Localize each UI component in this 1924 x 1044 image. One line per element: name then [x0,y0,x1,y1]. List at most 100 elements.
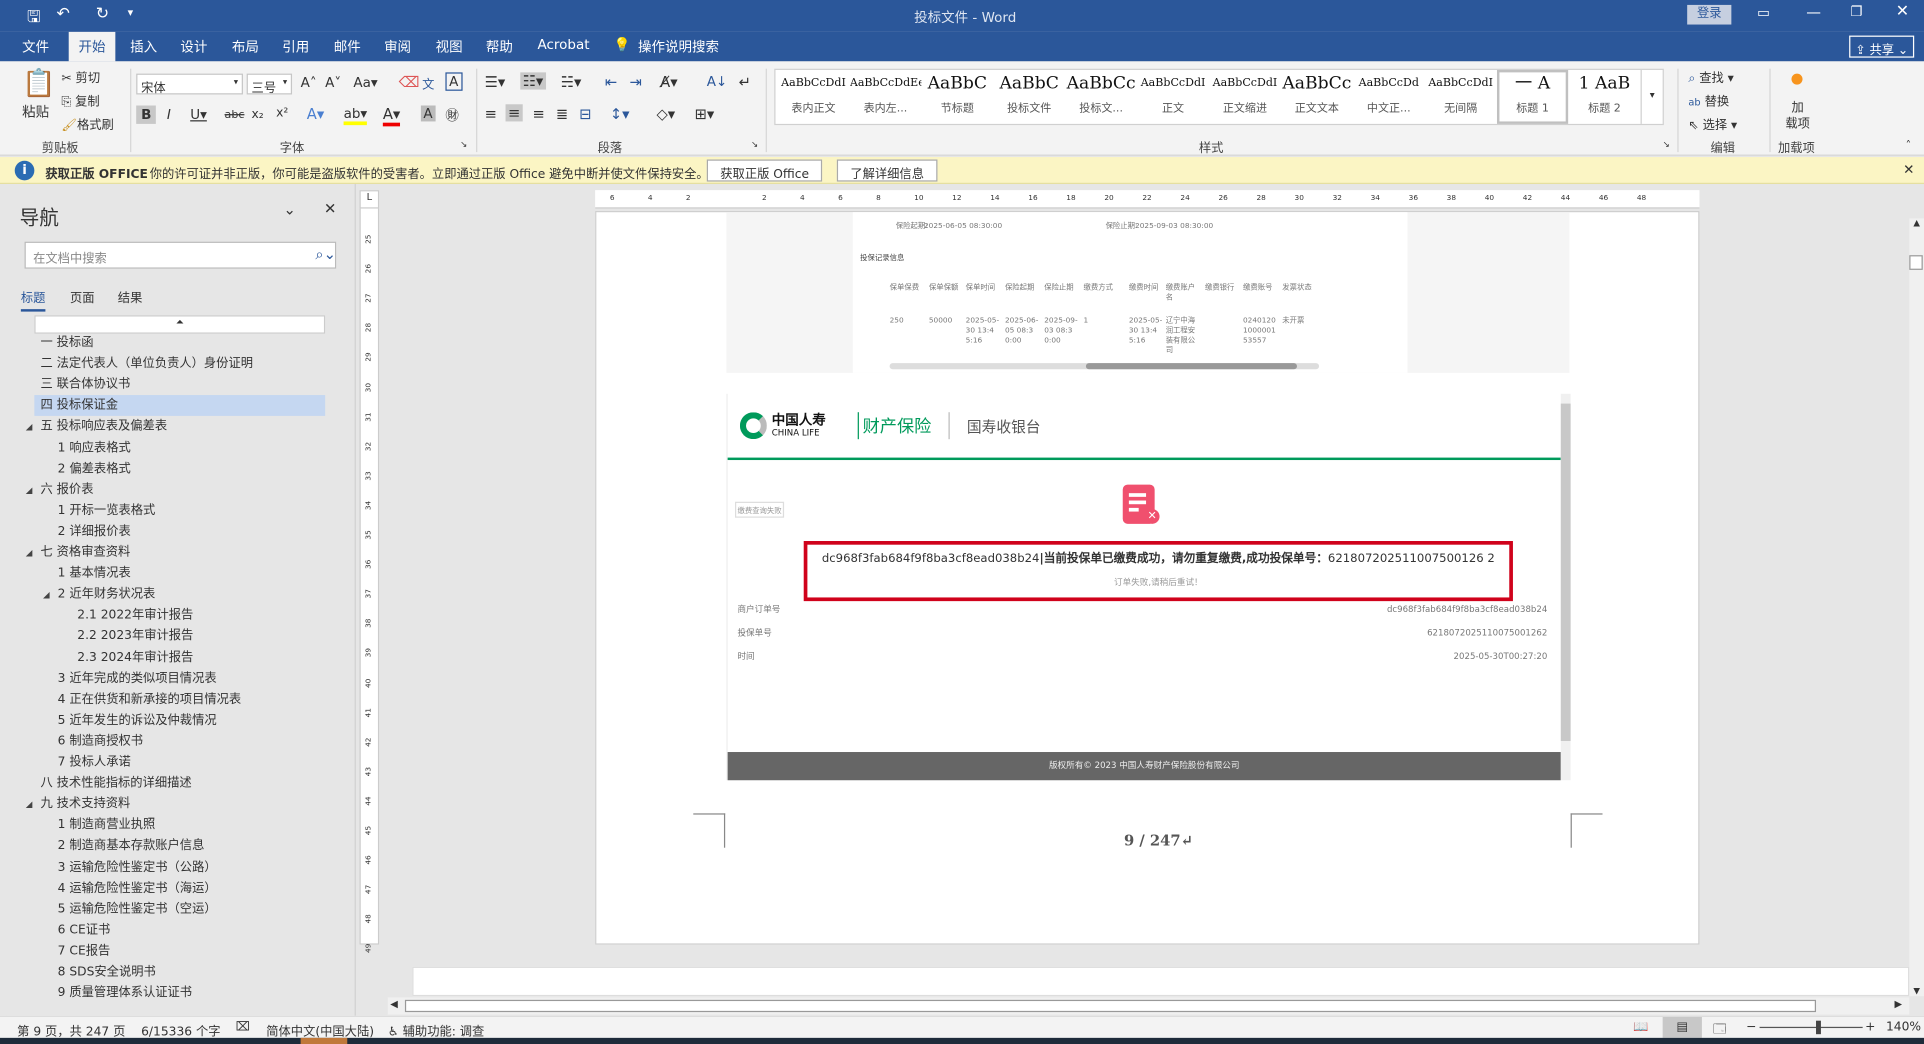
tab-mailings[interactable]: 邮件 [334,37,361,57]
tab-selector[interactable]: L [359,190,380,209]
superscript-button[interactable]: x² [276,107,288,120]
find-button[interactable]: ⌕ 查找 ▾ [1688,67,1733,85]
nav-heading-item[interactable]: 6 CE证书 [58,920,111,941]
nav-heading-item[interactable]: 1 响应表格式 [58,437,131,458]
clear-format-icon[interactable]: ⌫ [399,74,420,91]
horizontal-scrollbar[interactable] [889,363,1320,370]
style-5[interactable]: AaBbCcDdI 正文 [1137,72,1208,115]
bold-button[interactable]: B [136,105,157,124]
nav-heading-item[interactable]: 二 法定代表人（单位负责人）身份证明 [40,353,253,374]
phonetic-guide-icon[interactable]: 文 [422,74,434,92]
nav-tab-pages[interactable]: 页面 [70,287,95,305]
nav-heading-item[interactable]: 三 联合体协议书 [40,374,130,395]
inner-scrollbar[interactable] [1560,393,1571,781]
zoom-level[interactable]: 140% [1886,1021,1921,1034]
tab-insert[interactable]: 插入 [130,37,157,57]
select-button[interactable]: ⇖ 选择 ▾ [1688,114,1737,132]
justify-icon[interactable]: ≣ [556,106,568,123]
nav-heading-item[interactable]: 6 制造商授权书 [58,731,143,752]
cut-button[interactable]: ✂ 剪切 [61,67,100,85]
nav-heading-item[interactable]: 1 基本情况表 [58,563,131,584]
borders-icon[interactable]: ⊞▾ [695,106,715,123]
nav-tab-results[interactable]: 结果 [118,287,143,305]
tab-review[interactable]: 审阅 [384,37,411,57]
nav-heading-item[interactable]: 五 投标响应表及偏差表 [40,416,167,437]
collapse-triangle-icon[interactable]: ◢ [26,548,33,558]
learn-more-button[interactable]: 了解详细信息 [836,159,938,182]
horizontal-scrollbar[interactable]: ◀ ▶ [387,997,1910,1015]
nav-heading-item[interactable]: 9 质量管理体系认证证书 [58,983,192,1004]
asian-layout-icon[interactable]: A̸▾ [660,74,677,91]
show-marks-icon[interactable]: ↵ [739,74,751,91]
collapse-triangle-icon[interactable]: ◢ [26,422,33,432]
restore-button[interactable]: ❐ [1850,4,1862,20]
styles-more-button[interactable]: ▾ [1640,69,1663,124]
style-6[interactable]: AaBbCcDdI 正文缩进 [1209,72,1280,115]
collapse-triangle-icon[interactable]: ◢ [26,485,33,495]
shrink-font-icon[interactable]: A˅ [325,75,341,91]
font-dialog-launcher[interactable]: ↘ [460,140,467,150]
nav-tab-headings[interactable]: 标题 [20,287,46,312]
zoom-slider[interactable] [1759,1020,1863,1035]
paste-icon[interactable]: 📋 [22,69,56,100]
page-count[interactable]: 第 9 页，共 247 页 [17,1021,125,1039]
style-3[interactable]: AaBbC 投标文件 [994,72,1065,116]
styles-dialog-launcher[interactable]: ↘ [1663,140,1670,150]
tell-me-search[interactable]: 操作说明搜索 [638,37,719,57]
nav-heading-item[interactable]: 九 技术支持资料 [40,794,130,815]
change-case-icon[interactable]: Aa▾ [353,75,377,91]
nav-heading-item[interactable]: 2.3 2024年审计报告 [77,647,193,668]
nav-heading-item[interactable]: 1 制造商营业执照 [58,815,156,836]
undo-icon[interactable]: ↶ [56,5,69,23]
line-spacing-icon[interactable]: ↕▾ [610,106,630,123]
nav-heading-item[interactable]: 3 近年完成的类似项目情况表 [58,668,217,689]
increase-indent-icon[interactable]: ⇥ [629,74,641,91]
read-mode-icon[interactable]: 📖 [1633,1021,1648,1034]
style-2[interactable]: AaBbC 节标题 [922,72,993,116]
tab-help[interactable]: 帮助 [486,37,513,57]
tab-acrobat[interactable]: Acrobat [537,37,589,53]
tab-home[interactable]: 开始 [68,31,116,62]
style-0[interactable]: AaBbCcDdI 表内正文 [778,72,849,115]
redo-icon[interactable]: ↻ [96,5,109,23]
nav-heading-item[interactable]: 2 制造商基本存款账户信息 [58,836,205,857]
shading-icon[interactable]: ◇▾ [656,106,675,123]
text-effects-icon[interactable]: A▾ [307,106,324,123]
tab-file[interactable]: 文件 [22,37,49,57]
chevron-down-icon[interactable]: ⌄ [283,201,295,218]
nav-heading-item[interactable]: 2.1 2022年审计报告 [77,605,193,626]
font-name-select[interactable]: 宋体 ▾ [136,73,243,96]
style-4[interactable]: AaBbCc 投标文... [1066,72,1137,116]
decrease-indent-icon[interactable]: ⇤ [605,74,617,91]
nav-heading-item[interactable]: 2 偏差表格式 [58,458,131,479]
scroll-right-icon[interactable]: ▶ [1895,999,1903,1010]
nav-heading-item[interactable]: 7 CE报告 [58,941,111,962]
multilevel-list-icon[interactable]: ☵▾ [561,74,582,91]
paste-button[interactable]: 粘贴 [22,102,49,122]
style-9[interactable]: AaBbCcDdI 无间隔 [1425,72,1496,115]
login-button[interactable]: 登录 [1687,4,1732,25]
nav-heading-item[interactable]: 8 SDS安全说明书 [58,962,156,983]
print-layout-icon[interactable]: ▤ [1662,1017,1702,1038]
scroll-left-icon[interactable]: ◀ [390,999,398,1010]
style-7[interactable]: AaBbCc 正文文本 [1281,72,1352,116]
distributed-icon[interactable]: ⊟ [579,106,591,123]
nav-heading-item[interactable]: 2 近年财务状况表 [58,584,156,605]
word-count[interactable]: 6/15336 个字 [141,1021,220,1039]
format-painter-button[interactable]: 🖌格式刷 [61,114,113,132]
nav-heading-item[interactable]: 4 正在供货和新承接的项目情况表 [58,689,242,710]
paragraph-dialog-launcher[interactable]: ↘ [751,140,758,150]
addins-button[interactable]: 加 载项 [1785,101,1810,133]
nav-heading-item[interactable]: 4 运输危险性鉴定书（海运） [58,878,217,899]
nav-heading-item[interactable]: 四 投标保证金 [34,395,326,417]
tab-layout[interactable]: 布局 [232,37,259,57]
nav-heading-item[interactable]: 2.2 2023年审计报告 [77,626,193,647]
sort-icon[interactable]: A↓ [707,74,728,90]
highlight-icon[interactable]: ab▾ [343,106,368,126]
close-icon[interactable]: ✕ [1903,162,1914,178]
share-button[interactable]: ⇪ 共享 ⌄ [1849,35,1915,58]
subscript-button[interactable]: x₂ [252,108,264,121]
align-right-icon[interactable]: ≡ [533,106,545,123]
nav-heading-item[interactable]: 八 技术性能指标的详细描述 [40,773,191,794]
search-icon[interactable]: ⌕⌄ [315,245,336,263]
